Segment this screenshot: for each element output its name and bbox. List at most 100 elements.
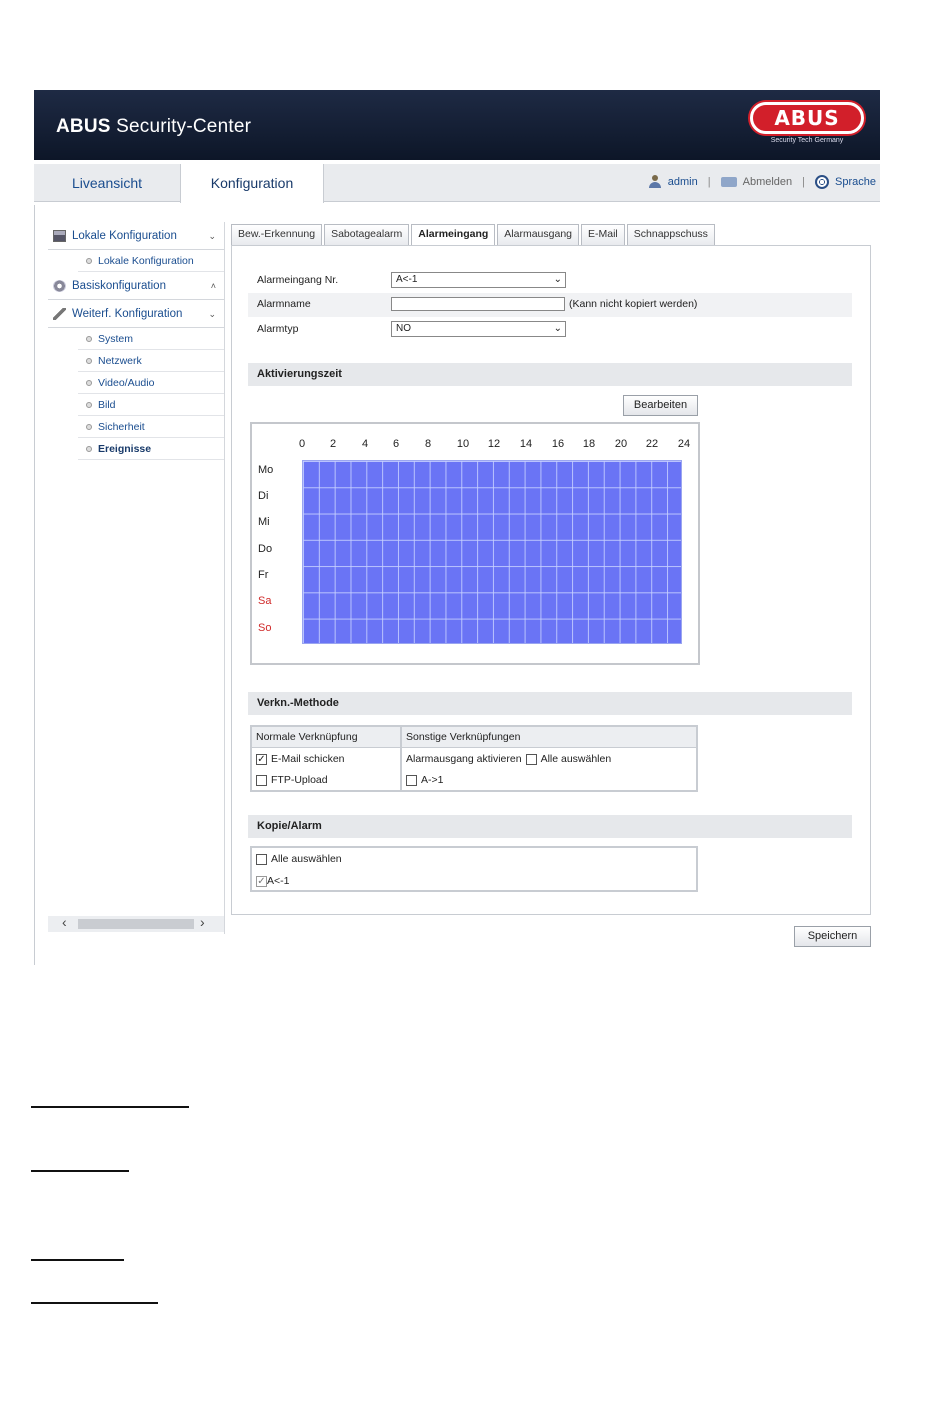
logout-icon [720,177,737,187]
alarm-input-select[interactable]: A<-1 ⌄ [391,272,566,288]
sidebar-item-label: Video/Audio [98,377,155,389]
sidebar-item-label: System [98,333,134,345]
alarm-name-label: Alarmname [257,298,311,310]
user-menu: admin | Abmelden | Sprache [648,175,876,189]
select-all-label: Alle auswählen [540,753,612,765]
select-all-outputs-checkbox[interactable] [525,753,537,765]
abus-logo: ABUS Security Tech Germany [748,102,866,148]
day-label: Mi [258,516,270,528]
hour-label: 22 [645,438,659,450]
sidebar-item-events[interactable]: Ereignisse [78,438,224,460]
user-link[interactable]: admin [668,176,698,188]
sidebar-scrollbar[interactable]: ‹ › [48,914,224,932]
top-navigation: Liveansicht Konfiguration admin | Abmeld… [34,164,880,203]
copy-box: Alle auswählen ✓ A<-1 [250,846,698,892]
tab-motion-detection[interactable]: Bew.-Erkennung [231,224,323,245]
header-banner: ABUS Security-Center ABUS Security Tech … [34,90,880,160]
alarm-name-note: (Kann nicht kopiert werden) [569,298,698,310]
tab-email[interactable]: E-Mail [581,224,625,245]
save-button[interactable]: Speichern [794,926,871,947]
scroll-right-icon[interactable]: › [200,914,205,930]
hour-label: 14 [519,438,533,450]
globe-icon [815,175,830,189]
hour-label: 16 [551,438,565,450]
ftp-option: FTP-Upload [256,774,328,786]
edit-schedule-button[interactable]: Bearbeiten [623,395,698,416]
other-linkage-header: Sonstige Verknüpfungen [402,727,696,748]
day-label: Do [258,543,273,555]
sidebar: Lokale Konfiguration ⌄ Lokale Konfigurat… [48,222,224,460]
schedule-grid[interactable] [302,460,682,644]
alarm-input-label: Alarmeingang Nr. [257,274,339,286]
scrollbar-thumb[interactable] [78,919,194,929]
output-a1-checkbox[interactable] [406,774,417,786]
underline-rule [31,1170,129,1172]
hour-label: 8 [424,438,432,450]
alarm-output-option: Alarmausgang aktivieren Alle auswählen [406,753,611,765]
sidebar-item-network[interactable]: Netzwerk [78,350,224,372]
alarm-name-input[interactable] [391,297,565,311]
alarm-type-row: Alarmtyp NO ⌄ [248,318,852,342]
day-label: Mo [258,464,274,476]
tab-snapshot[interactable]: Schnappschuss [626,224,715,245]
sidebar-item-label: Netzwerk [98,355,142,367]
hour-label: 12 [487,438,501,450]
underline-rule [31,1302,158,1304]
alarm-input-row: Alarmeingang Nr. A<-1 ⌄ [248,269,852,293]
tab-tamper-alarm[interactable]: Sabotagealarm [324,224,410,245]
sidebar-item-system[interactable]: System [78,328,224,350]
tab-konfiguration[interactable]: Konfiguration [180,164,324,203]
sidebar-divider [224,222,225,934]
linkage-table: Normale Verknüpfung Sonstige Verknüpfung… [250,725,698,792]
schedule-box: 0 2 4 6 8 10 12 14 16 18 20 22 24 Mo Di … [250,422,700,665]
sidebar-section-label: Weiterf. Konfiguration [72,308,183,320]
select-value: A<-1 [396,274,418,285]
sidebar-item-security[interactable]: Sicherheit [78,416,224,438]
scroll-left-icon[interactable]: ‹ [62,914,67,930]
alarm-type-label: Alarmtyp [257,323,299,335]
sidebar-item-local-config[interactable]: Lokale Konfiguration [78,250,224,272]
day-label: Di [258,490,269,502]
activation-header: Aktivierungszeit [248,363,852,386]
sidebar-section-advanced[interactable]: Weiterf. Konfiguration ⌄ [48,300,224,328]
sidebar-item-label: Sicherheit [98,421,145,433]
bullet-icon [86,336,92,342]
bullet-icon [86,402,92,408]
sidebar-section-basic[interactable]: Basiskonfiguration ˄ [48,272,224,300]
copy-select-all-option: Alle auswählen [256,853,342,865]
sidebar-item-label: Ereignisse [98,443,152,455]
day-label: Fr [258,569,269,581]
alarm-type-select[interactable]: NO ⌄ [391,321,566,337]
copy-item-label: A<-1 [267,875,290,887]
sidebar-section-local[interactable]: Lokale Konfiguration ⌄ [48,222,224,250]
chevron-down-icon[interactable]: ⌄ [208,222,216,250]
tab-liveansicht[interactable]: Liveansicht [34,164,180,202]
copy-item-checkbox[interactable]: ✓ [256,875,267,887]
basic-config-icon [53,280,66,292]
ftp-label: FTP-Upload [271,774,328,786]
ftp-checkbox[interactable] [256,774,267,786]
email-checkbox[interactable]: ✓ [256,753,267,765]
alarm-name-row: Alarmname (Kann nicht kopiert werden) [248,293,852,317]
frame-border [34,205,35,965]
hour-label: 4 [361,438,369,450]
language-link[interactable]: Sprache [835,176,876,188]
tab-alarm-input[interactable]: Alarmeingang [411,224,496,245]
sidebar-item-image[interactable]: Bild [78,394,224,416]
hour-label: 20 [614,438,628,450]
output-a1-label: A->1 [421,774,444,786]
chevron-down-icon[interactable]: ⌄ [208,300,216,328]
underline-rule [31,1106,189,1108]
output-a1-option: A->1 [406,774,443,786]
copy-select-all-checkbox[interactable] [256,853,267,865]
day-label-weekend: So [258,622,272,634]
sidebar-item-video-audio[interactable]: Video/Audio [78,372,224,394]
logout-link[interactable]: Abmelden [743,176,793,188]
separator: | [802,176,806,188]
chevron-up-icon[interactable]: ˄ [211,272,216,300]
underline-rule [31,1259,124,1261]
separator: | [707,176,711,188]
hour-label: 18 [582,438,596,450]
copy-select-all-label: Alle auswählen [271,853,342,865]
tab-alarm-output[interactable]: Alarmausgang [497,224,580,245]
